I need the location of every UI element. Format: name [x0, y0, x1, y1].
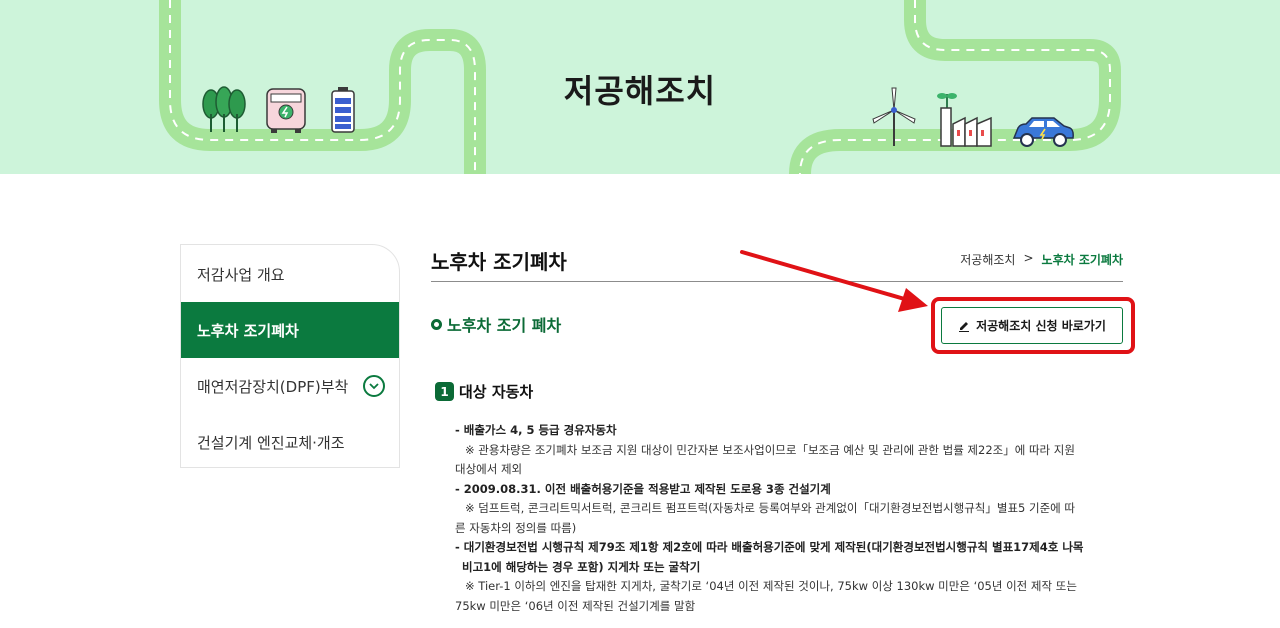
pencil-icon [959, 321, 970, 332]
subsection-heading: 1 대상 자동차 [435, 381, 533, 402]
sidebar-item-label: 건설기계 엔진교체·개조 [197, 433, 345, 452]
sidebar-item-dpf[interactable]: 매연저감장치(DPF)부착 [181, 358, 399, 414]
circle-bullet-icon [431, 318, 442, 330]
section-heading: 노후차 조기 폐차 [431, 312, 561, 336]
note-line: ※ Tier-1 이하의 엔진을 탑재한 지게차, 굴착기로 ‘04년 이전 제… [465, 579, 1077, 593]
sidebar-item-engine-replacement[interactable]: 건설기계 엔진교체·개조 [181, 414, 399, 467]
electric-car-icon [1012, 117, 1074, 147]
breadcrumb: 저공해조치 > 노후차 조기폐차 [960, 251, 1123, 268]
page-title: 노후차 조기폐차 [431, 250, 567, 274]
sidebar-item-early-scrapping[interactable]: 노후차 조기폐차 [181, 302, 399, 358]
apply-button-label: 저공해조치 신청 바로가기 [976, 319, 1106, 333]
sidebar-menu: 저감사업 개요 노후차 조기폐차 매연저감장치(DPF)부착 건설기계 엔진교체… [180, 244, 400, 468]
red-arrow-annotation [740, 250, 928, 312]
breadcrumb-current[interactable]: 노후차 조기폐차 [1042, 251, 1123, 268]
criteria-line: - 2009.08.31. 이전 배출허용기준을 적용받고 제작된 도로용 3종… [455, 481, 831, 496]
chevron-down-icon[interactable] [363, 375, 385, 397]
criteria-line: - 대기환경보전법 시행규칙 제79조 제1항 제2호에 따라 배출허용기준에 … [455, 540, 1084, 554]
sidebar-item-label: 저감사업 개요 [197, 265, 285, 284]
subsection-number: 1 [435, 382, 454, 401]
note-line: 대상에서 제외 [455, 462, 523, 476]
criteria-line: - 배출가스 4, 5 등급 경유자동차 [455, 423, 617, 437]
note-line: 른 자동차의 정의를 따름) [455, 520, 577, 535]
breadcrumb-separator: > [1023, 251, 1034, 265]
target-vehicle-description: - 배출가스 4, 5 등급 경유자동차 ※ 관용차량은 조기폐차 보조금 지원… [455, 421, 1127, 616]
sidebar-item-label: 노후차 조기폐차 [197, 321, 299, 340]
note-line: ※ 관용차량은 조기폐차 보조금 지원 대상이 민간자본 보조사업이므로「보조금… [465, 442, 1075, 457]
section-title: 노후차 조기 폐차 [447, 316, 562, 335]
apply-shortcut-button[interactable]: 저공해조치 신청 바로가기 [941, 307, 1123, 344]
subsection-title: 대상 자동차 [459, 383, 534, 401]
criteria-line: 비고1에 해당하는 경우 포함) 지게차 또는 굴착기 [462, 559, 701, 574]
breadcrumb-parent[interactable]: 저공해조치 [960, 251, 1015, 268]
note-line: ※ 덤프트럭, 콘크리트믹서트럭, 콘크리트 펌프트럭(자동차로 등록여부와 관… [465, 501, 1075, 515]
sidebar-item-overview[interactable]: 저감사업 개요 [181, 246, 399, 302]
banner-title: 저공해조치 [563, 72, 717, 110]
note-line: 75kw 미만은 ‘06년 이전 제작된 건설기계를 말함 [455, 598, 696, 613]
sidebar-item-label: 매연저감장치(DPF)부착 [197, 377, 349, 396]
page-banner: 저공해조치 [0, 0, 1280, 174]
